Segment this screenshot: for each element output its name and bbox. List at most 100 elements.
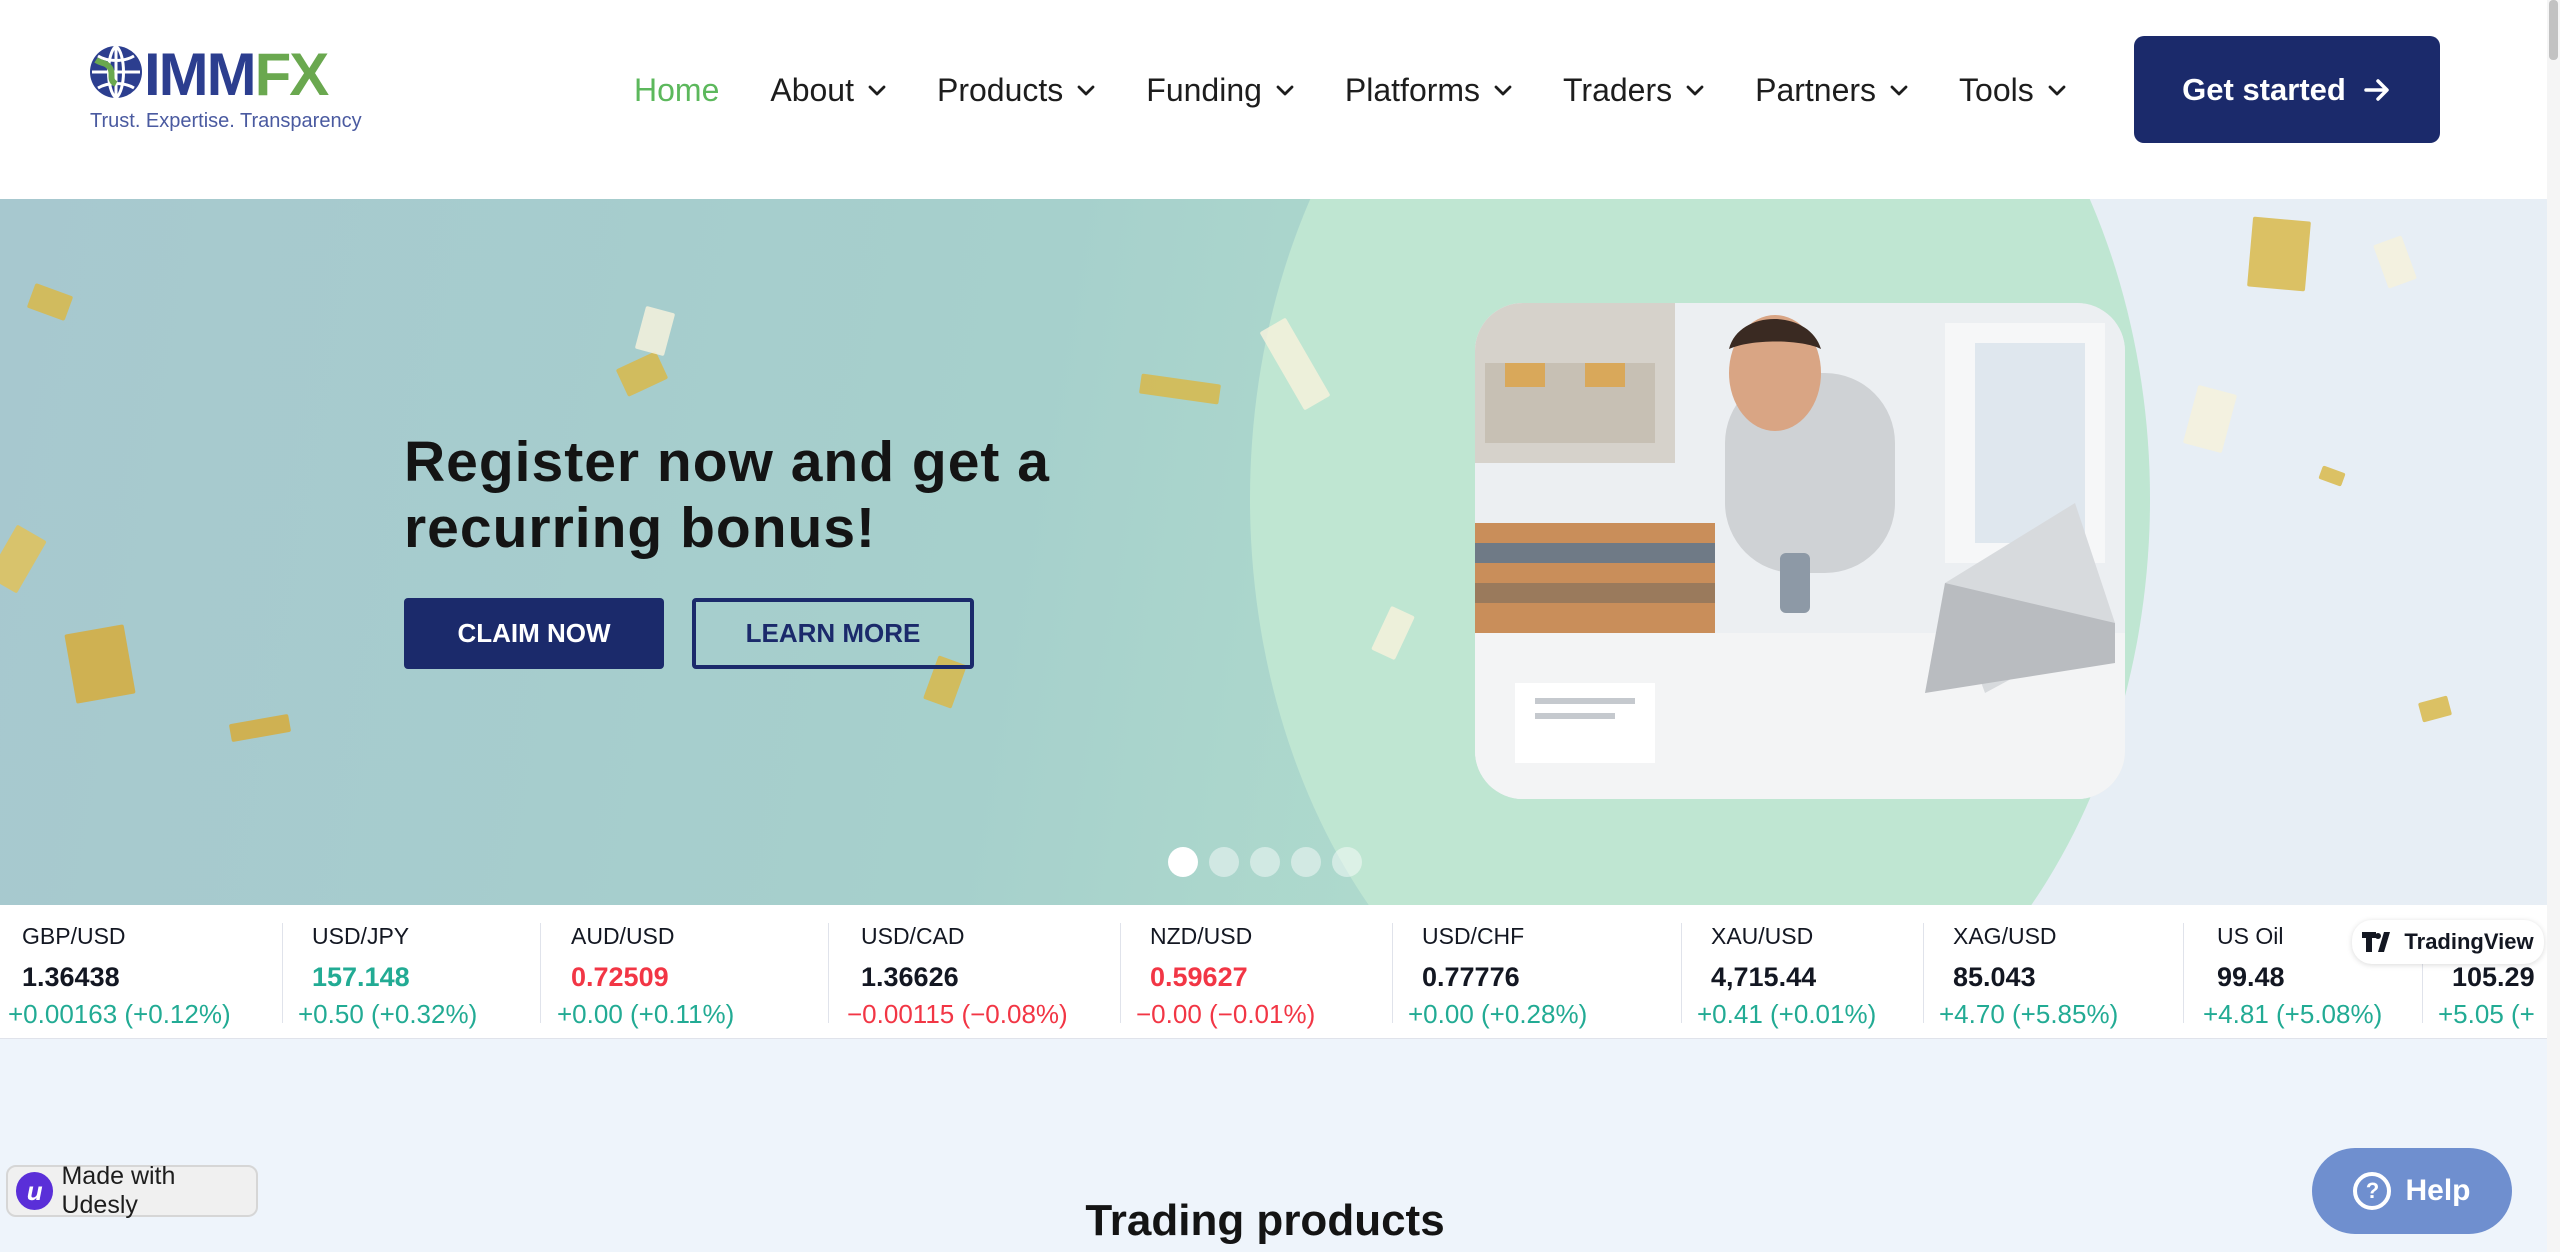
ticker-item[interactable]: XAG/USD 85.043 +4.70 (+5.85%) (1939, 923, 2118, 1030)
celebrating-man-image (1475, 303, 2125, 799)
ticker-change: +0.00 (+0.28%) (1408, 999, 1588, 1029)
slider-dot[interactable] (1168, 847, 1198, 877)
chevron-down-icon (1494, 85, 1512, 96)
learn-more-button[interactable]: LEARN MORE (692, 598, 974, 669)
ticker-price: 1.36438 (22, 962, 120, 992)
slider-dots (1168, 847, 1362, 877)
ticker-item[interactable]: AUD/USD 0.72509 +0.00 (+0.11%) (557, 923, 734, 1030)
hero-headline-strong: recurring bonus (404, 496, 857, 560)
nav-item-label: Home (634, 71, 720, 108)
ticker-symbol: XAG/USD (1953, 923, 2057, 949)
ticker-symbol: GBP/USD (22, 923, 126, 949)
confetti-decoration (2247, 216, 2311, 292)
ticker-item[interactable]: USD/CAD 1.36626 −0.00115 (−0.08%) (847, 923, 1068, 1030)
claim-now-button[interactable]: CLAIM NOW (404, 598, 664, 669)
ticker-change: +4.70 (+5.85%) (1939, 999, 2119, 1029)
nav-item-label: Products (936, 71, 1064, 108)
ticker-change: −0.00 (−0.01%) (1136, 999, 1316, 1029)
site-header: IMMFX Trust. Expertise. Transparency Hom… (0, 0, 2547, 199)
ticker-symbol: NZD/USD (1150, 923, 1253, 949)
ticker-change: −0.00115 (−0.08%) (847, 999, 1068, 1029)
chevron-down-icon (1276, 85, 1294, 96)
ticker-item[interactable]: USD/CHF 0.77776 +0.00 (+0.28%) (1408, 923, 1587, 1030)
chevron-down-icon (1686, 85, 1704, 96)
arrow-right-icon (2364, 78, 2389, 101)
globe-icon (90, 44, 142, 100)
ticker-symbol: USD/CAD (861, 923, 965, 949)
nav-item-products[interactable]: Products (937, 72, 1095, 109)
udesly-label: Made with Udesly (61, 1162, 176, 1219)
logo-wordmark: IMMFX (144, 41, 329, 108)
udesly-badge[interactable]: u Made with Udesly (6, 1162, 258, 1219)
slider-dot[interactable] (1291, 847, 1321, 877)
tradingview-icon (2362, 932, 2391, 952)
ticker-change: +5.05 (+ (2438, 999, 2535, 1029)
nav-item-tools[interactable]: Tools (1959, 72, 2066, 109)
ticker-divider (1120, 923, 1121, 1023)
nav-item-partners[interactable]: Partners (1755, 72, 1908, 109)
ticker-divider (2183, 923, 2184, 1023)
help-button[interactable]: ? Help (2312, 1148, 2512, 1234)
ticker-divider (1681, 923, 1682, 1023)
ticker-change: +0.50 (+0.32%) (298, 999, 478, 1029)
ticker-item[interactable]: GBP/USD 1.36438 +0.00163 (+0.12%) (8, 923, 231, 1030)
scrollbar-thumb[interactable] (2549, 0, 2558, 60)
ticker-item[interactable]: XAU/USD 4,715.44 +0.41 (+0.01%) (1697, 923, 1876, 1030)
ticker-tape: GBP/USD 1.36438 +0.00163 (+0.12%) USD/JPY 15… (0, 905, 2547, 1039)
ticker-item[interactable]: NZD/USD 0.59627 −0.00 (−0.01%) (1136, 923, 1315, 1030)
ticker-divider (282, 923, 283, 1023)
ticker-price: 99.48 (2217, 962, 2285, 992)
ticker-change: +4.81 (+5.08%) (2203, 999, 2383, 1029)
nav-item-label: Funding (1146, 71, 1262, 108)
nav-item-home[interactable]: Home (634, 72, 719, 109)
slider-dot[interactable] (1250, 847, 1280, 877)
nav-item-label: Partners (1755, 71, 1877, 108)
ticker-price: 157.148 (312, 962, 410, 992)
nav-item-funding[interactable]: Funding (1146, 72, 1294, 109)
ticker-divider (1392, 923, 1393, 1023)
ticker-divider (828, 923, 829, 1023)
ticker-symbol: AUD/USD (571, 923, 675, 949)
ticker-change: +0.41 (+0.01%) (1697, 999, 1877, 1029)
ticker-price: 0.59627 (1150, 962, 1248, 992)
immfx-logo[interactable]: IMMFX Trust. Expertise. Transparency (88, 41, 362, 140)
ticker-symbol: XAU/USD (1711, 923, 1814, 949)
get-started-button[interactable]: Get started (2134, 36, 2440, 143)
slider-dot[interactable] (1332, 847, 1362, 877)
ticker-divider (1923, 923, 1924, 1023)
ticker-price: 105.29 (2452, 962, 2535, 992)
nav-item-platforms[interactable]: Platforms (1345, 72, 1512, 109)
slider-dot[interactable] (1209, 847, 1239, 877)
ticker-price: 85.043 (1953, 962, 2036, 992)
confetti-decoration (64, 624, 136, 704)
hero-photo (1475, 303, 2125, 799)
get-started-label: Get started (2182, 71, 2346, 107)
chevron-down-icon (1890, 85, 1908, 96)
chevron-down-icon (2048, 85, 2066, 96)
ticker-price: 1.36626 (861, 962, 959, 992)
nav-item-label: Platforms (1344, 71, 1481, 108)
ticker-price: 0.77776 (1422, 962, 1520, 992)
help-label: Help (2405, 1174, 2471, 1207)
ticker-item[interactable]: USD/JPY 157.148 +0.50 (+0.32%) (298, 923, 477, 1030)
nav-item-label: Traders (1563, 71, 1673, 108)
ticker-divider (540, 923, 541, 1023)
ticker-change: +0.00163 (+0.12%) (8, 999, 231, 1029)
ticker-symbol: USD/CHF (1422, 923, 1525, 949)
tradingview-badge[interactable]: TradingView (2352, 920, 2544, 964)
nav-item-about[interactable]: About (770, 72, 886, 109)
hero-headline-punct: ! (856, 496, 877, 560)
trading-products-heading: Trading products (1085, 1196, 1445, 1245)
hero-headline-line1: Register now and get a (404, 430, 1050, 494)
question-icon: ? (2353, 1172, 2392, 1210)
chevron-down-icon (1077, 85, 1095, 96)
ticker-price: 4,715.44 (1711, 962, 1817, 992)
ticker-symbol: USD/JPY (312, 923, 410, 949)
page-scrollbar[interactable] (2547, 0, 2560, 1252)
main-nav: Home About Products Funding Platforms Traders… (634, 60, 2117, 120)
chevron-down-icon (868, 85, 886, 96)
nav-item-label: About (770, 71, 854, 108)
nav-item-label: Tools (1959, 71, 2034, 108)
ticker-price: 0.72509 (571, 962, 669, 992)
nav-item-traders[interactable]: Traders (1563, 72, 1704, 109)
